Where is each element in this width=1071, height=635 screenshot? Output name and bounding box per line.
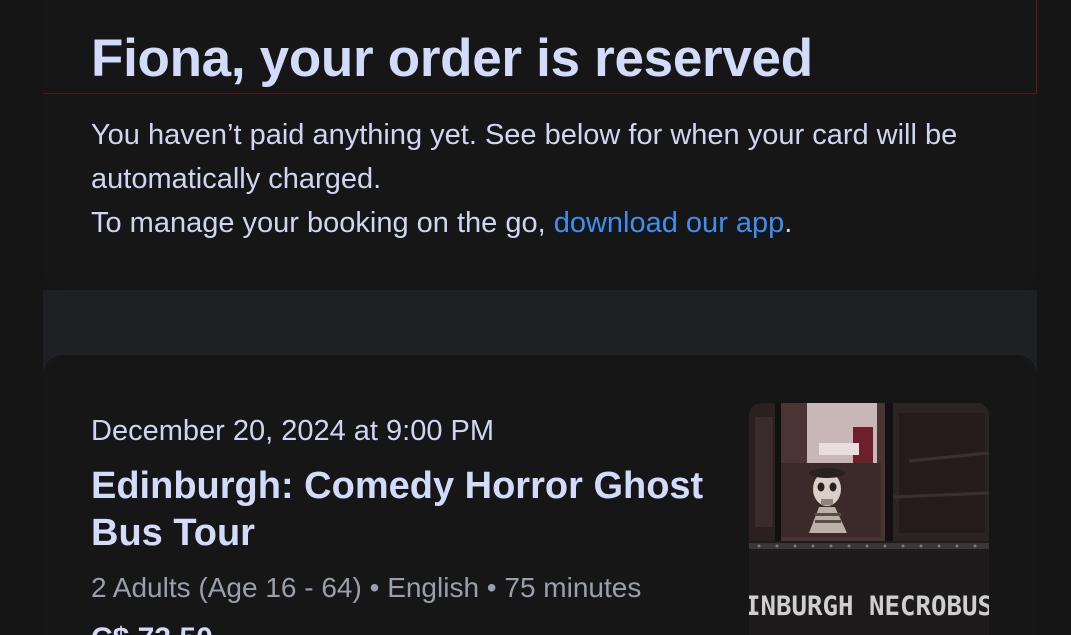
reservation-message: You haven’t paid anything yet. See below…: [91, 113, 971, 245]
tour-title[interactable]: Edinburgh: Comedy Horror Ghost Bus Tour: [91, 463, 711, 557]
manage-booking-text: To manage your booking on the go,: [91, 207, 554, 239]
email-page: Fiona, your order is reserved You haven’…: [0, 0, 1071, 635]
reservation-headline: Fiona, your order is reserved: [91, 29, 813, 88]
booking-date: December 20, 2024 at 9:00 PM: [91, 415, 495, 447]
tour-photo[interactable]: INBURGH NECROBUS: [749, 403, 989, 635]
booking-details: 2 Adults (Age 16 - 64) • English • 75 mi…: [91, 572, 642, 603]
download-app-link[interactable]: download our app: [554, 207, 785, 239]
divider-right: [1036, 0, 1037, 94]
manage-booking-suffix: .: [784, 207, 793, 239]
booking-price: C$ 73.50: [91, 622, 213, 635]
bus-sign-text: INBURGH NECROBUS: [749, 591, 989, 622]
divider-bottom: [43, 93, 1037, 94]
bus-photo-illustration: INBURGH NECROBUS: [749, 403, 989, 635]
payment-notice: You haven’t paid anything yet. See below…: [91, 119, 958, 195]
manage-booking-line: To manage your booking on the go, downlo…: [91, 201, 971, 245]
